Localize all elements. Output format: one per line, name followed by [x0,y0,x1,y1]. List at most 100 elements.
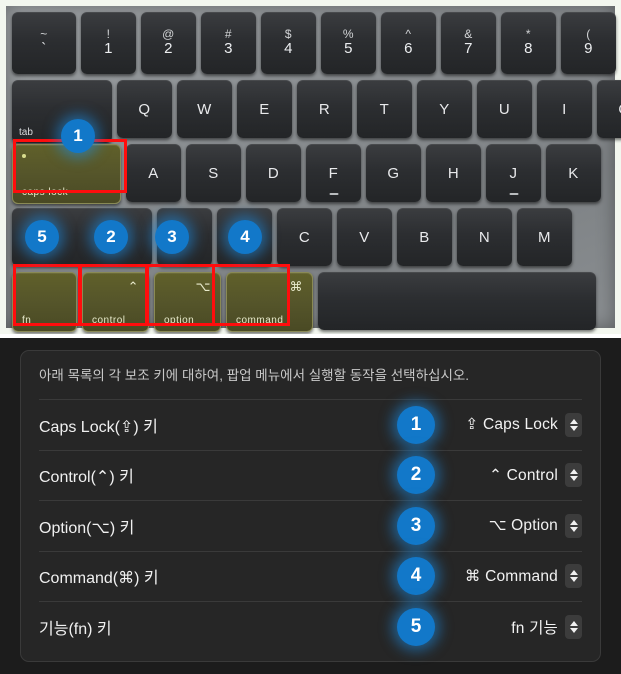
key-i[interactable]: I [537,80,592,138]
chevron-down-icon [569,476,578,482]
key-q-label: Q [138,100,151,118]
caps-lock-key[interactable]: caps lock [12,144,121,204]
keyboard-row-modifiers: fn ⌃ control ⌥ option ⌘ command [6,272,596,332]
command-row-popup-menu[interactable]: ⌘ Command [465,564,582,589]
tilde-key[interactable]: ~ ` [12,12,76,74]
keyboard-photo: ~`!1@2#3$4%5^6&7*8(9 tabQWERTYUIO caps l… [0,0,621,334]
key-g[interactable]: G [366,144,421,202]
keyboard-badge-2: 2 [94,220,128,254]
chevron-down-icon [569,627,578,633]
key-1-upper: ! [106,27,111,41]
key-9-upper: ( [586,27,591,41]
chevron-down-icon [569,526,578,532]
control-row-label: Control(⌃) 키 [39,469,134,487]
caps-lock-key-label: caps lock [22,187,69,198]
control-key[interactable]: ⌃ control [82,272,149,332]
key-9[interactable]: (9 [561,12,616,74]
key-2[interactable]: @2 [141,12,196,74]
key-e-label: E [259,100,270,118]
tilde-key-upper: ~ [40,27,48,41]
chevron-up-icon [569,620,578,626]
key-g-label: G [387,164,400,182]
keyboard-badge-1: 1 [61,119,95,153]
key-e[interactable]: E [237,80,292,138]
key-2-lower: 2 [164,40,173,57]
key-6[interactable]: ^ 6 [381,12,436,74]
key-k-label: K [568,164,579,182]
key-8[interactable]: * 8 [501,12,556,74]
key-f[interactable]: F [306,144,361,202]
chevron-up-down-icon[interactable] [565,513,582,538]
caps-lock-row: Caps Lock(⇪) 키 ⇪ Caps Lock 1 [39,399,582,450]
key-r[interactable]: R [297,80,352,138]
command-key-symbol-icon: ⌘ [289,279,303,294]
chevron-up-down-icon[interactable] [565,564,582,589]
caps-lock-row-popup-menu[interactable]: ⇪ Caps Lock [465,412,582,437]
fn-row-popup-menu[interactable]: fn 기능 [511,614,582,639]
caps-lock-row-label: Caps Lock(⇪) 키 [39,418,158,436]
key-w-label: W [197,100,212,118]
panel-description: 아래 목록의 각 보조 키에 대하여, 팝업 메뉴에서 실행할 동작을 선택하십… [39,368,470,383]
keyboard-row-home: caps lock A S D F G H J K [6,144,601,204]
key-b-label: B [419,228,430,246]
fn-row: 기능(fn) 키 fn 기능 5 [39,601,582,652]
option-row-label: Option(⌥) 키 [39,519,135,537]
key-b[interactable]: B [397,208,452,266]
key-h[interactable]: H [426,144,481,202]
key-1[interactable]: ! 1 [81,12,136,74]
option-key-label: option [164,315,195,326]
tilde-key-lower: ` [41,40,47,57]
command-row: Command(⌘) 키 ⌘ Command 4 [39,550,582,602]
key-t[interactable]: T [357,80,412,138]
option-row: Option(⌥) 키 ⌥ Option 3 [39,500,582,551]
caps-lock-row-badge: 1 [397,405,435,444]
option-row-badge: 3 [397,506,435,545]
key-s[interactable]: S [186,144,241,202]
key-a-label: A [148,164,159,182]
caps-lock-row-selected-value: ⇪ Caps Lock [465,416,558,434]
key-m[interactable]: M [517,208,572,266]
key-u[interactable]: U [477,80,532,138]
key-c[interactable]: C [277,208,332,266]
chevron-up-down-icon[interactable] [565,463,582,488]
key-9-lower: 9 [584,40,593,57]
keyboard-row-numbers: ~ `! 1 @2 #3 $4% 5 ^ 6 & 7 * 8(9 [6,12,616,74]
fn-key[interactable]: fn [12,272,77,332]
fn-row-selected-value: fn 기능 [511,619,558,637]
fn-row-badge: 5 [397,607,435,646]
key-d-label: D [267,164,280,182]
chevron-down-icon [569,577,578,583]
key-w[interactable]: W [177,80,232,138]
key-n[interactable]: N [457,208,512,266]
key-q[interactable]: Q [117,80,172,138]
modifier-key-list: Caps Lock(⇪) 키 ⇪ Caps Lock 1 Control(⌃) 키 ⌃ … [39,399,582,652]
key-d[interactable]: D [246,144,301,202]
control-row-popup-menu[interactable]: ⌃ Control [489,463,582,488]
key-5[interactable]: % 5 [321,12,376,74]
key-5-lower: 5 [344,40,353,57]
key-v[interactable]: V [337,208,392,266]
key-m-label: M [538,228,551,246]
key-k[interactable]: K [546,144,601,202]
option-row-popup-menu[interactable]: ⌥ Option [489,513,582,538]
key-7[interactable]: & 7 [441,12,496,74]
key-t-label: T [379,100,390,118]
key-y[interactable]: Y [417,80,472,138]
command-key-label: command [236,315,284,326]
caps-lock-led-icon [22,154,26,158]
key-j[interactable]: J [486,144,541,202]
key-u-label: U [498,100,511,118]
key-4-upper: $ [284,27,293,41]
option-key[interactable]: ⌥ option [154,272,221,332]
key-a[interactable]: A [126,144,181,202]
keyboard-badge-4: 4 [228,220,262,254]
space-key[interactable] [318,272,596,330]
chevron-up-down-icon[interactable] [565,412,582,437]
key-3[interactable]: #3 [201,12,256,74]
key-o[interactable]: O [597,80,621,138]
key-v-label: V [359,228,370,246]
command-key[interactable]: ⌘ command [226,272,313,332]
key-4[interactable]: $4 [261,12,316,74]
key-6-lower: 6 [404,40,413,57]
chevron-up-down-icon[interactable] [565,614,582,639]
